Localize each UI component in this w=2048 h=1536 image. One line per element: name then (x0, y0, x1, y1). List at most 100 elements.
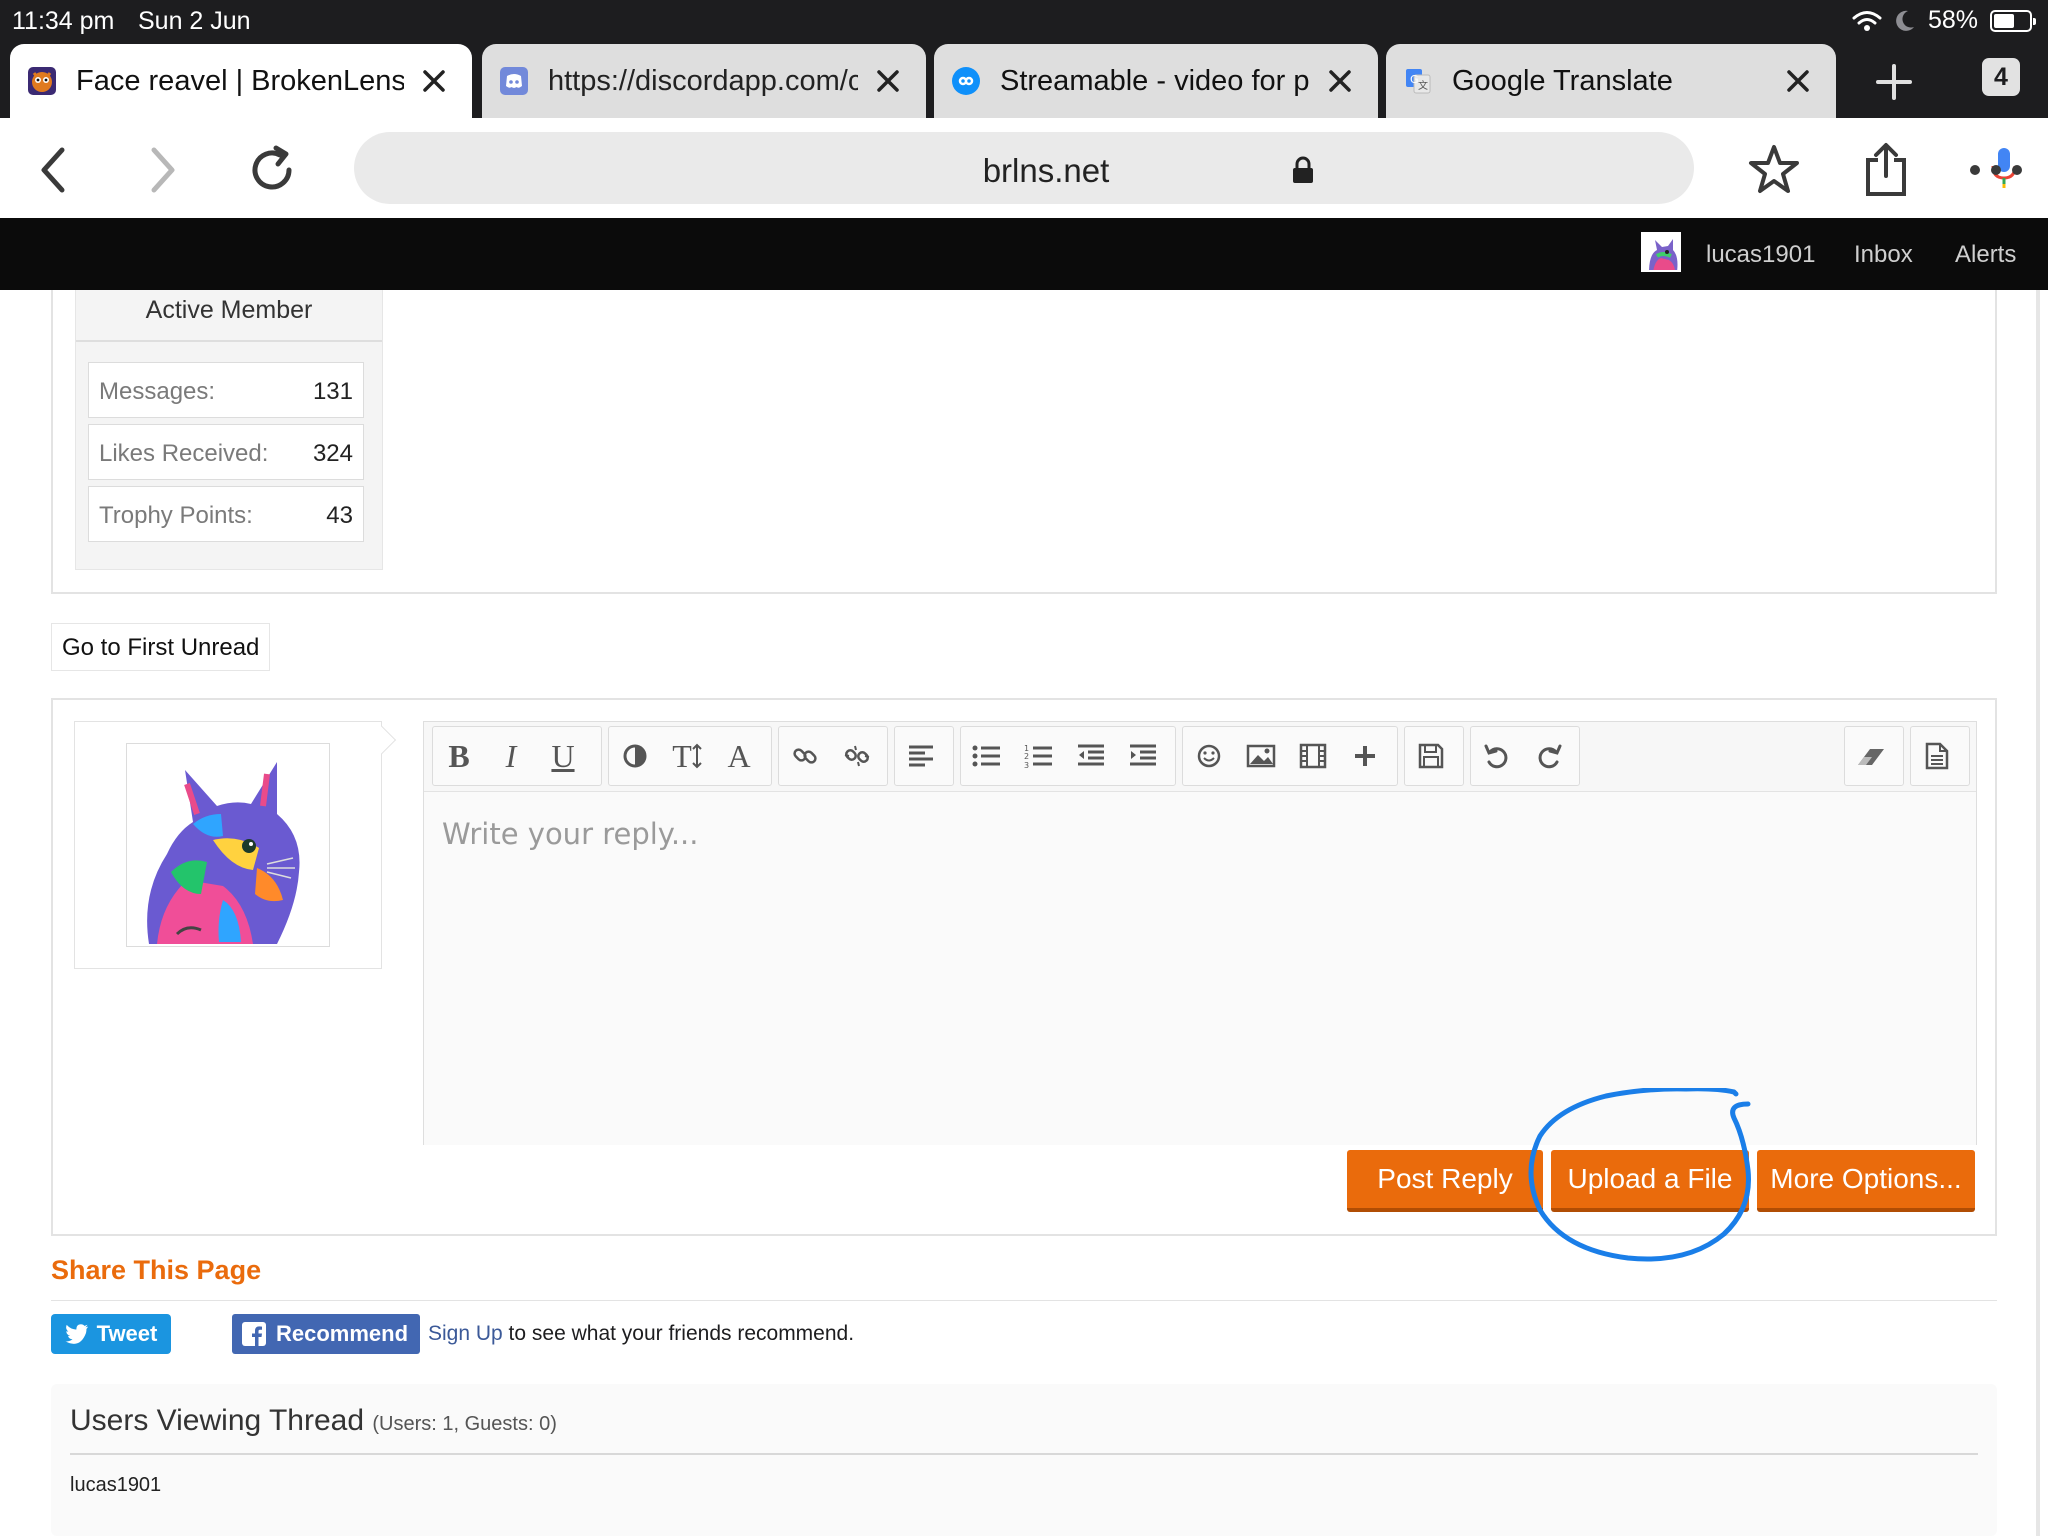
stat-row-trophy-points: Trophy Points: 43 (88, 486, 364, 542)
svg-text:2: 2 (1024, 752, 1029, 761)
align-group (894, 726, 954, 786)
user-avatar-small[interactable] (1641, 232, 1681, 272)
share-icon[interactable] (1858, 142, 1914, 198)
address-bar[interactable]: brlns.net (354, 132, 2017, 204)
font-size-label: T (672, 737, 692, 774)
url-text: brlns.net (982, 152, 1110, 189)
facebook-signup-link[interactable]: Sign Up (428, 1322, 503, 1345)
new-tab-plus-icon[interactable] (1864, 56, 1924, 108)
save-draft-icon[interactable] (1405, 727, 1457, 785)
facebook-f-icon (242, 1322, 266, 1346)
browser-tab-strip: Face reavel | BrokenLens https://discord… (0, 40, 2048, 118)
previous-post: Active Member Messages: 131 Likes Receiv… (51, 290, 1997, 594)
insert-media-icon[interactable] (1287, 727, 1339, 785)
users-viewing-thread-block: Users Viewing Thread (Users: 1, Guests: … (51, 1384, 1997, 1536)
stat-value[interactable]: 131 (313, 378, 353, 406)
wifi-icon (1852, 9, 1882, 33)
reply-avatar-panel (74, 721, 382, 969)
google-translate-favicon-icon: G 文 (1404, 67, 1432, 95)
close-tab-icon[interactable] (1778, 69, 1818, 93)
editor-toolbar: B I U T A 1 2 3 (424, 722, 1976, 792)
stat-label: Likes Received: (99, 440, 269, 467)
tab-title: https://discordapp.com/c (548, 64, 858, 97)
toggle-source-document-icon[interactable] (1911, 727, 1963, 785)
close-tab-icon[interactable] (1320, 69, 1360, 93)
stat-value[interactable]: 43 (326, 502, 353, 530)
tab-title: Streamable - video for pu (1000, 64, 1310, 97)
insert-group (1182, 726, 1398, 786)
tweet-button[interactable]: Tweet (51, 1314, 171, 1354)
underline-button[interactable]: U (537, 727, 589, 785)
font-size-button[interactable]: T (661, 727, 713, 785)
ios-status-bar: 11:34 pm Sun 2 Jun 58% (0, 0, 2048, 40)
insert-image-icon[interactable] (1235, 727, 1287, 785)
go-to-first-unread-button[interactable]: Go to First Unread (51, 623, 271, 671)
font-size-arrows-icon (692, 743, 702, 769)
battery-fill (1994, 13, 2014, 28)
bookmark-star-icon[interactable] (1746, 142, 1802, 198)
stat-row-messages: Messages: 131 (88, 362, 364, 418)
indent-icon[interactable] (1117, 727, 1169, 785)
text-style-group: B I U (432, 726, 602, 786)
status-indicators: 58% (1852, 6, 2036, 35)
facebook-recommend-button[interactable]: Recommend (232, 1314, 420, 1354)
facebook-signup-prompt: Sign Up to see what your friends recomme… (428, 1322, 854, 1346)
close-tab-icon[interactable] (414, 69, 454, 93)
stat-row-likes-received: Likes Received: 324 (88, 424, 364, 480)
status-time: 11:34 pm (12, 7, 115, 35)
browser-toolbar: brlns.net (0, 118, 2048, 218)
share-this-page-heading: Share This Page (51, 1255, 262, 1285)
tab-brokenlens[interactable]: Face reavel | BrokenLens (10, 44, 472, 118)
redo-icon[interactable] (1523, 727, 1575, 785)
tab-google-translate[interactable]: G 文 Google Translate (1386, 44, 1836, 118)
draft-group (1404, 726, 1464, 786)
more-options-button[interactable]: More Options... (1757, 1150, 1975, 1212)
tab-switcher-button[interactable]: 4 (1982, 58, 2020, 96)
unlink-icon[interactable] (831, 727, 883, 785)
battery-percent: 58% (1927, 6, 1978, 34)
insert-link-icon[interactable] (779, 727, 831, 785)
insert-more-plus-icon[interactable] (1339, 727, 1391, 785)
italic-button[interactable]: I (485, 727, 537, 785)
bullet-list-icon[interactable] (961, 727, 1013, 785)
recommend-label: Recommend (276, 1321, 409, 1346)
topbar-inbox-link[interactable]: Inbox (1854, 241, 1913, 269)
text-color-icon[interactable] (609, 727, 661, 785)
undo-icon[interactable] (1471, 727, 1523, 785)
status-date: Sun 2 Jun (138, 7, 251, 35)
align-left-icon[interactable] (895, 727, 947, 785)
tab-title: Face reavel | BrokenLens (76, 64, 404, 97)
source-group (1910, 726, 1970, 786)
do-not-disturb-moon-icon (1894, 9, 1916, 33)
topbar-alerts-link[interactable]: Alerts (1955, 241, 2016, 269)
eraser-icon[interactable] (1845, 727, 1897, 785)
user-avatar[interactable] (126, 743, 330, 947)
discord-favicon-icon (500, 67, 528, 95)
page-scrollbar[interactable] (2036, 290, 2040, 1536)
tab-discord[interactable]: https://discordapp.com/c (482, 44, 926, 118)
bold-button[interactable]: B (433, 727, 485, 785)
smilie-icon[interactable] (1183, 727, 1235, 785)
topbar-username-link[interactable]: lucas1901 (1706, 241, 1815, 269)
font-group: T A (608, 726, 772, 786)
reload-icon[interactable] (244, 142, 300, 198)
font-family-button[interactable]: A (713, 727, 765, 785)
battery-icon (1990, 9, 2036, 32)
outdent-icon[interactable] (1065, 727, 1117, 785)
close-tab-icon[interactable] (868, 69, 908, 93)
back-arrow-icon[interactable] (26, 142, 82, 198)
forum-user-bar: lucas1901 Inbox Alerts (0, 218, 2048, 290)
link-group (778, 726, 888, 786)
hand-drawn-circle-annotation (1528, 1088, 1751, 1262)
post-reply-button[interactable]: Post Reply (1347, 1150, 1543, 1212)
stat-label: Trophy Points: (99, 502, 253, 529)
more-menu-icon[interactable] (1966, 142, 2026, 198)
users-viewing-title: Users Viewing Thread (70, 1404, 365, 1437)
tab-streamable[interactable]: Streamable - video for pu (934, 44, 1378, 118)
forward-arrow-icon[interactable] (134, 142, 190, 198)
numbered-list-icon[interactable]: 123 (1013, 727, 1065, 785)
stat-label: Messages: (99, 378, 216, 405)
stat-value[interactable]: 324 (313, 440, 353, 468)
viewer-username-link[interactable]: lucas1901 (70, 1474, 161, 1497)
author-user-title: Active Member (145, 296, 313, 324)
